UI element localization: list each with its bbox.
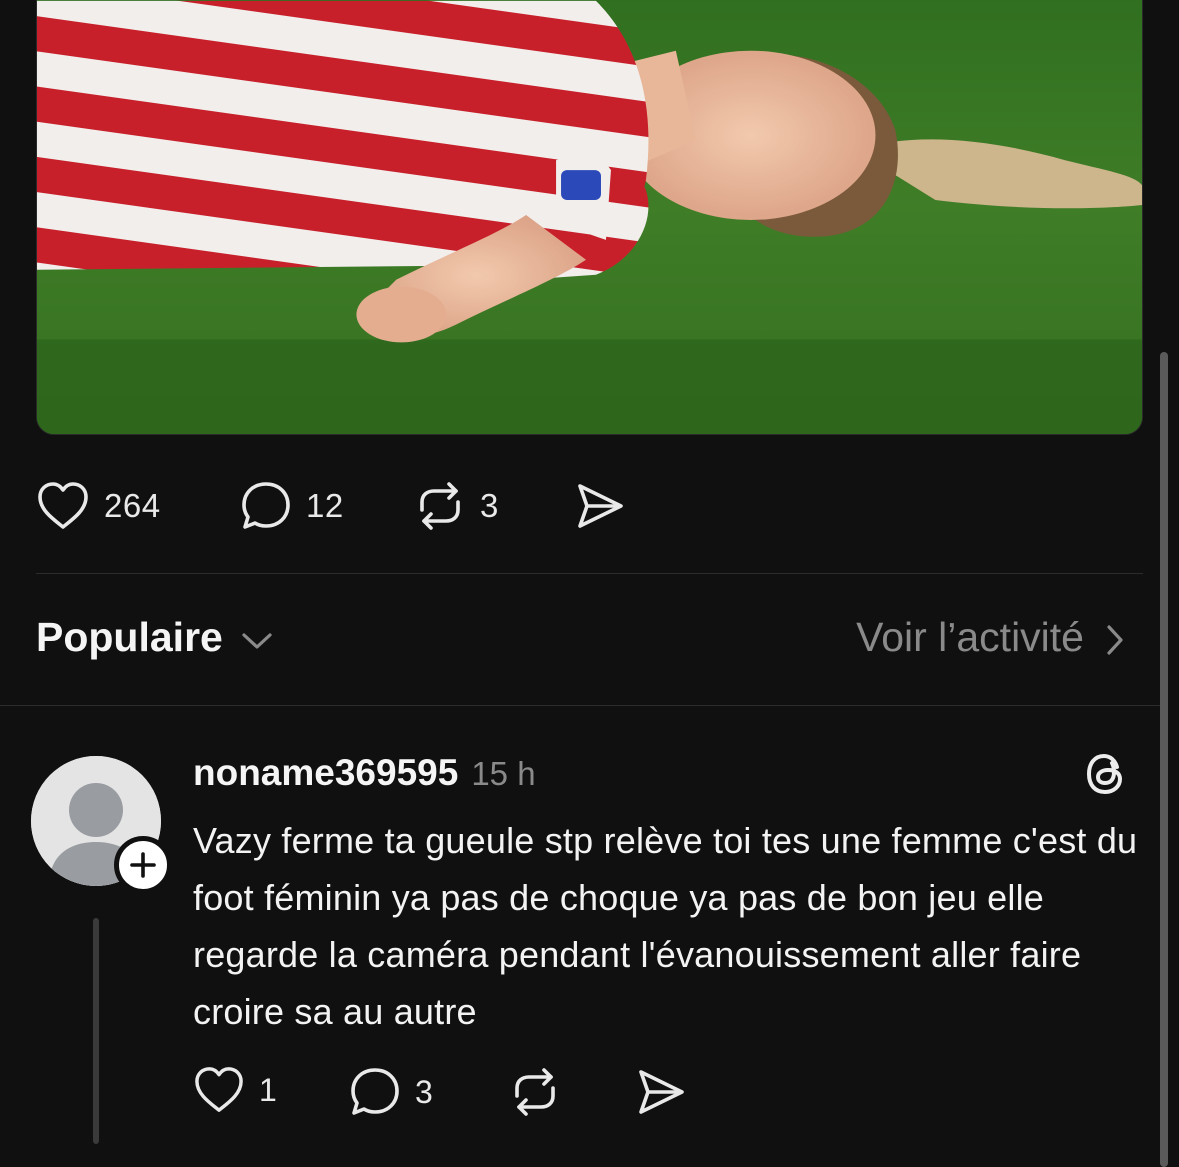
view-activity-label: Voir l’activité [856,614,1084,660]
comment-share-button[interactable] [635,1066,687,1118]
repost-count: 3 [480,487,499,524]
follow-button[interactable] [114,836,172,894]
repost-button[interactable]: 3 [414,480,499,532]
like-button[interactable]: 264 [36,481,161,531]
repost-arrows-icon [420,482,460,530]
reply-count: 12 [306,487,344,524]
divider [0,705,1160,706]
threads-logo-icon[interactable] [1082,750,1130,798]
share-button[interactable] [574,480,626,532]
divider [36,573,1143,574]
comment-text: Vazy ferme ta gueule stp relève toi tes … [193,820,1138,1032]
comment-like-button[interactable]: 1 [193,1066,277,1114]
post-image[interactable] [36,0,1143,435]
comment-username[interactable]: noname369595 [193,752,458,794]
chevron-down-icon [242,632,272,649]
comment-header: noname369595 15 h [193,752,536,794]
threads-screen: 264 12 3 Populaire Voir l’activité nonam… [0,0,1179,1167]
sort-dropdown[interactable]: Populaire [36,614,273,661]
send-arrow-icon [639,1070,684,1114]
send-arrow-icon [578,484,623,528]
plus-icon [130,852,156,878]
repost-arrows-icon [515,1068,555,1116]
sort-label: Populaire [36,614,223,660]
comment-reply-count: 3 [415,1073,434,1110]
comment-like-count: 1 [259,1071,278,1108]
comment-repost-button[interactable] [509,1066,561,1118]
football-player-photo [37,0,1142,434]
comment-reply-button[interactable]: 3 [349,1066,433,1118]
comment-timestamp: 15 h [471,755,536,792]
comment-avatar[interactable] [31,756,172,894]
heart-icon [38,482,88,529]
scrollbar[interactable] [1160,352,1168,1167]
like-count: 264 [104,487,161,524]
thread-line [93,918,99,1144]
replies-header: Populaire Voir l’activité [36,600,1136,680]
reply-button[interactable]: 12 [240,480,344,532]
heart-icon [195,1067,243,1112]
chevron-right-icon [1107,624,1123,655]
speech-bubble-icon [242,482,290,529]
speech-bubble-icon [351,1068,399,1115]
view-activity-link[interactable]: Voir l’activité [856,614,1124,661]
